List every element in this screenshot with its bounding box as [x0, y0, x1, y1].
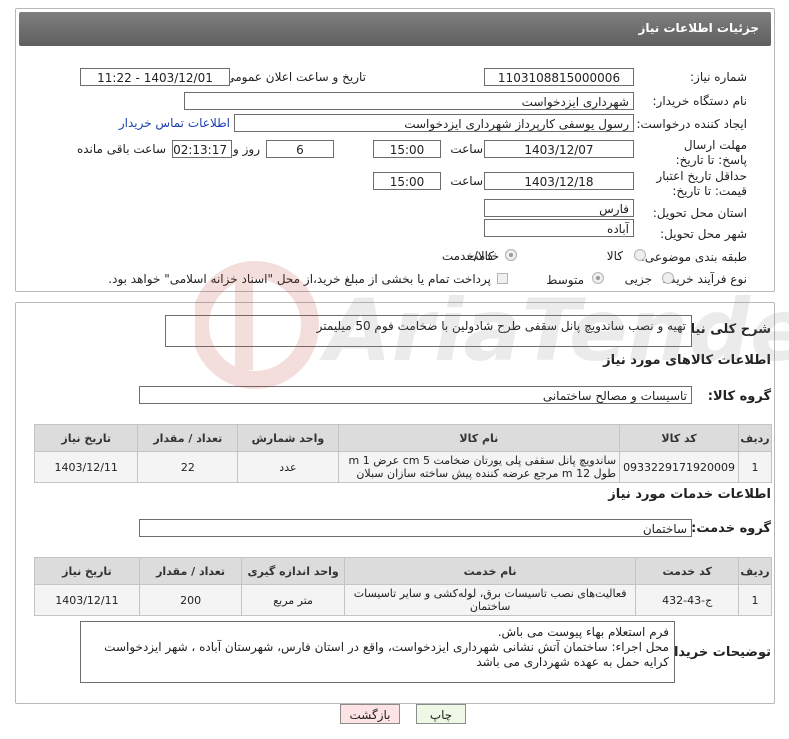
creator-field: رسول یوسفی کارپرداز شهرداری ایزدخواست: [234, 114, 634, 132]
back-button[interactable]: بازگشت: [340, 704, 400, 724]
panel-title: جزئیات اطلاعات نیاز: [638, 21, 759, 35]
announce-label: تاریخ و ساعت اعلان عمومی:: [221, 70, 366, 84]
col-row: ردیف: [738, 557, 772, 585]
goods-name: ساندویچ پانل سقفی پلی یورتان ضخامت 5 cm …: [337, 451, 621, 483]
col-name: نام کالا: [337, 424, 621, 452]
summary-textarea[interactable]: تهیه و نصب ساندویچ پانل سقفی طرح شادولین…: [165, 315, 692, 347]
treasury-payment-note: پرداخت تمام یا بخشی از مبلغ خرید،از محل …: [108, 272, 491, 286]
deadline-label: مهلت ارسال پاسخ: تا تاریخ:: [675, 138, 747, 167]
city-field: آباده: [484, 219, 634, 237]
buyer-notes-line-2: محل اجراء: ساختمان آتش نشانی شهرداری ایز…: [104, 640, 669, 654]
process-medium-radio[interactable]: [592, 272, 604, 284]
buyer-contact-link[interactable]: اطلاعات تماس خریدار: [119, 116, 230, 130]
province-field: فارس: [484, 199, 634, 217]
goods-unit: عدد: [237, 451, 339, 483]
services-section-title: اطلاعات خدمات مورد نیاز: [608, 487, 771, 502]
announce-datetime-field: 1403/12/01 - 11:22: [80, 68, 230, 86]
table-row: 1 ج-43-432 فعالیت‌های نصب تاسیسات برق، ل…: [34, 584, 772, 616]
buyer-field: شهرداری ایزدخواست: [184, 92, 634, 110]
days-label: روز و: [233, 142, 260, 156]
service-date: 1403/12/11: [34, 584, 140, 616]
print-button[interactable]: چاپ: [416, 704, 466, 724]
col-code: کد کالا: [619, 424, 740, 452]
treasury-payment-checkbox[interactable]: [497, 273, 508, 284]
category-label: طبقه بندی موضوعی:: [640, 250, 747, 264]
table-row: 1 0933229171920009 ساندویچ پانل سقفی پلی…: [33, 451, 772, 483]
goods-code: 0933229171920009: [619, 451, 740, 483]
process-medium-label: متوسط: [546, 273, 584, 287]
validity-date-field: 1403/12/18: [484, 172, 634, 190]
validity-time-field: 15:00: [373, 172, 441, 190]
services-table: ردیف کد خدمت نام خدمت واحد اندازه گیری ت…: [34, 557, 772, 616]
city-label: شهر محل تحویل:: [660, 227, 747, 241]
panel-header: جزئیات اطلاعات نیاز: [19, 12, 771, 46]
goods-qty: 22: [137, 451, 239, 483]
need-number-label: شماره نیاز:: [690, 70, 747, 84]
goods-group-field: تاسیسات و مصالح ساختمانی: [139, 386, 692, 404]
remaining-days-field: 6: [266, 140, 334, 158]
summary-text: تهیه و نصب ساندویچ پانل سقفی طرح شادولین…: [316, 319, 686, 333]
goods-date: 1403/12/11: [33, 451, 139, 483]
row-number: 1: [738, 451, 772, 483]
col-row: ردیف: [738, 424, 772, 452]
col-name: نام خدمت: [343, 557, 637, 585]
col-unit: واحد شمارش: [237, 424, 339, 452]
province-label: استان محل تحویل:: [652, 206, 747, 220]
deadline-time-label: ساعت: [450, 142, 483, 156]
need-number-field: 1103108815000006: [484, 68, 634, 86]
category-goods-service-label: کالا/خدمت: [441, 249, 494, 263]
goods-section-title: اطلاعات کالاهای مورد نیاز: [603, 353, 771, 368]
process-label: نوع فرآیند خرید :: [662, 272, 747, 286]
remaining-time-field: 02:13:17: [172, 140, 232, 158]
service-unit: متر مربع: [241, 584, 345, 616]
buyer-notes-label: توضیحات خریدار:: [661, 645, 771, 660]
process-minor-label: جزیی: [624, 272, 652, 286]
service-qty: 200: [138, 584, 243, 616]
col-qty: تعداد / مقدار: [137, 424, 239, 452]
validity-time-label: ساعت: [450, 174, 483, 188]
service-code: ج-43-432: [635, 584, 740, 616]
services-group-label: گروه خدمت:: [691, 521, 771, 536]
buyer-notes-line-1: فرم استعلام بهاء پیوست می باش.: [497, 625, 669, 639]
services-table-header: ردیف کد خدمت نام خدمت واحد اندازه گیری ت…: [34, 557, 772, 585]
category-goods-radio[interactable]: [634, 249, 646, 261]
services-group-field: ساختمان: [139, 519, 692, 537]
buyer-notes-textarea[interactable]: فرم استعلام بهاء پیوست می باش. محل اجراء…: [80, 621, 675, 683]
deadline-date-field: 1403/12/07: [484, 140, 634, 158]
validity-label: حداقل تاریخ اعتبار قیمت: تا تاریخ:: [656, 169, 747, 198]
col-qty: تعداد / مقدار: [138, 557, 243, 585]
col-code: کد خدمت: [635, 557, 740, 585]
remaining-label: ساعت باقی مانده: [76, 142, 166, 156]
buyer-label: نام دستگاه خریدار:: [652, 94, 748, 108]
goods-table-header: ردیف کد کالا نام کالا واحد شمارش تعداد /…: [33, 424, 772, 452]
category-goods-label: کالا: [606, 249, 623, 263]
buyer-notes-line-3: کرایه حمل به عهده شهرداری می باشد: [476, 655, 669, 669]
service-name: فعالیت‌های نصب تاسیسات برق، لوله‌کشی و س…: [343, 584, 637, 616]
col-date: تاریخ نیاز: [33, 424, 139, 452]
creator-label: ایجاد کننده درخواست:: [636, 117, 747, 131]
deadline-time-field: 15:00: [373, 140, 441, 158]
col-unit: واحد اندازه گیری: [241, 557, 345, 585]
col-date: تاریخ نیاز: [34, 557, 140, 585]
category-goods-service-radio[interactable]: [505, 249, 517, 261]
process-minor-radio[interactable]: [662, 272, 674, 284]
row-number: 1: [738, 584, 772, 616]
goods-group-label: گروه کالا:: [707, 389, 771, 404]
goods-table: ردیف کد کالا نام کالا واحد شمارش تعداد /…: [33, 424, 772, 483]
